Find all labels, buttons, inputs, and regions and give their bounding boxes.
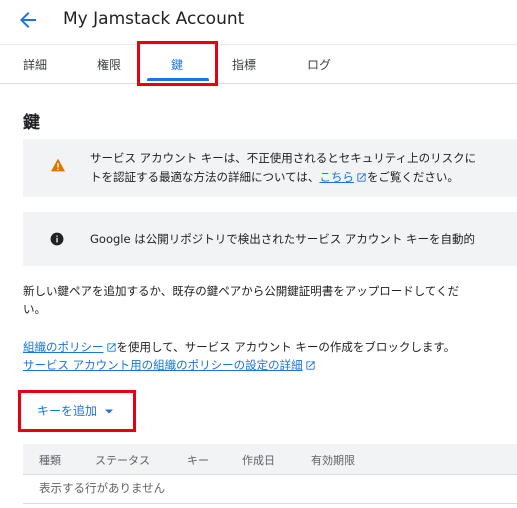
learn-more-link[interactable]: こちら	[319, 170, 354, 184]
policy-line1: 組織のポリシー を使用して、サービス アカウント キーの作成をブロックします。	[23, 338, 455, 356]
column-header-type[interactable]: 種類	[39, 452, 61, 468]
info-icon	[50, 232, 64, 246]
empty-table-message: 表示する行がありません	[39, 481, 166, 495]
org-policy-link[interactable]: 組織のポリシー	[23, 340, 104, 354]
warning-text-line2: トを認証する最適な方法の詳細については、こちら をご覧ください。	[90, 168, 459, 186]
app-header: My Jamstack Account	[0, 0, 517, 44]
tab-details[interactable]: 詳細	[23, 56, 47, 73]
external-link-icon	[106, 343, 116, 352]
info-text: Google は公開リポジトリで検出されたサービス アカウント キーを自動的	[90, 232, 476, 246]
add-key-button[interactable]: キーを追加	[37, 402, 113, 419]
tab-metrics[interactable]: 指標	[232, 56, 256, 73]
highlight-box-keys-tab	[137, 41, 218, 86]
column-header-key[interactable]: キー	[187, 452, 209, 468]
keys-table-header: 種類 ステータス キー 作成日 有効期限	[23, 444, 517, 475]
warning-icon	[51, 158, 65, 172]
table-bottom-divider	[23, 503, 517, 504]
caret-down-icon	[104, 409, 113, 414]
column-header-created[interactable]: 作成日	[242, 452, 275, 468]
warning-text-after-link: をご覧ください。	[366, 170, 459, 184]
description-line2: い。	[23, 302, 46, 316]
policy-line2: サービス アカウント用の組織のポリシーの設定の詳細	[23, 356, 316, 374]
warning-text-before-link: トを認証する最適な方法の詳細については、	[90, 170, 320, 184]
tab-logs[interactable]: ログ	[307, 56, 331, 73]
section-title: 鍵	[23, 113, 40, 133]
column-header-status[interactable]: ステータス	[95, 452, 150, 468]
external-link-icon	[357, 173, 366, 182]
warning-banner: サービス アカウント キーは、不正使用されるとセキュリティ上のリスクに トを認証…	[23, 139, 517, 197]
add-key-label: キーを追加	[37, 404, 98, 418]
info-banner: Google は公開リポジトリで検出されたサービス アカウント キーを自動的	[23, 212, 517, 266]
policy-text: を使用して、サービス アカウント キーの作成をブロックします。	[116, 340, 456, 354]
back-arrow-icon[interactable]	[16, 8, 40, 32]
tab-bar: 詳細 権限 鍵 指標 ログ	[0, 44, 517, 84]
highlight-box-add-key: キーを追加	[18, 390, 136, 432]
tab-permissions[interactable]: 権限	[97, 56, 121, 73]
column-header-expiry[interactable]: 有効期限	[311, 452, 355, 468]
description-line1: 新しい鍵ペアを追加するか、既存の鍵ペアから公開鍵証明書をアップロードしてくだ	[23, 284, 460, 298]
warning-text-line1: サービス アカウント キーは、不正使用されるとセキュリティ上のリスクに	[90, 151, 477, 165]
org-policy-settings-link[interactable]: サービス アカウント用の組織のポリシーの設定の詳細	[23, 358, 303, 372]
external-link-icon	[306, 361, 315, 370]
page-title: My Jamstack Account	[63, 9, 245, 29]
